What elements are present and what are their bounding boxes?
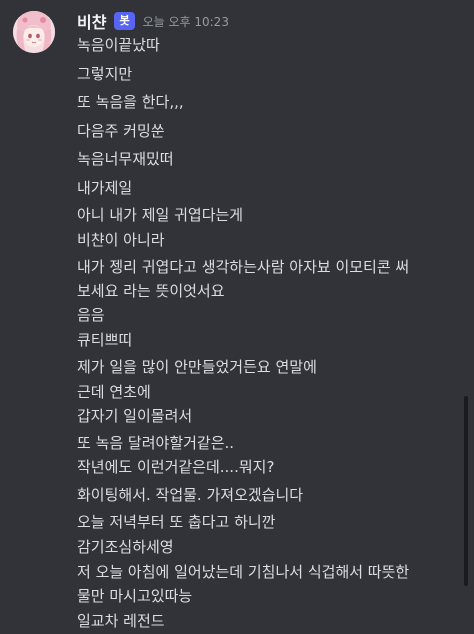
message-text[interactable]: 제가 일을 많이 안만들었거든요 연말에 [77, 355, 317, 379]
message-text[interactable]: 근데 연초에 [77, 380, 151, 404]
message-line: 큐티쁘띠 [77, 331, 133, 349]
message-line: 또 녹음을 한다,,, [77, 93, 184, 111]
message-line: 또 녹음 달려야할거같은.. [77, 434, 235, 452]
avatar-image [13, 11, 55, 53]
message-line: 녹음이끝났따 [77, 36, 160, 54]
message-text[interactable]: 화이팅해서. 작업물. 가져오겠습니다 [77, 483, 303, 507]
message-line: 아니 내가 제일 귀엽다는게 [77, 206, 244, 224]
bot-tag: 봇 [114, 12, 135, 30]
message-text[interactable]: 감기조심하세영 [77, 535, 174, 559]
message-line: 음음 [77, 306, 105, 324]
scrollbar[interactable] [464, 396, 468, 586]
message-text[interactable]: 내가 젱리 귀엽다고 생각하는사람 아자뵤 이모티콘 써보세요 라는 뜻이엇서요 [77, 255, 409, 303]
username[interactable]: 비챤 [77, 9, 106, 33]
message-text[interactable]: 큐티쁘띠 [77, 328, 132, 352]
message-text[interactable]: 작년에도 이런거같은데....뭐지? [77, 455, 274, 479]
message-text[interactable]: 또 녹음을 한다,,, [77, 90, 184, 114]
message-text[interactable]: 또 녹음 달려야할거같은.. [77, 431, 234, 455]
message-text[interactable]: 오늘 저녁부터 또 춥다고 하니깐 [77, 510, 275, 534]
message-line: 오늘 저녁부터 또 춥다고 하니깐 [77, 513, 276, 531]
message-line: 녹음너무재밌떠 [77, 150, 174, 168]
message-line: 저 오늘 아침에 일어났는데 기침나서 식겁해서 따뜻한 [77, 563, 410, 581]
message-line: 비챤이 아니라 [77, 231, 165, 249]
message-text[interactable]: 녹음이끝났따 [77, 33, 160, 57]
message-header: 비챤 봇 오늘 오후 10:23 [77, 9, 229, 33]
message-line: 일교차 레전드 [77, 612, 165, 630]
message-line: 그렇지만 [77, 65, 133, 83]
message-line: 내가제일 [77, 179, 133, 197]
message-line: 화이팅해서. 작업물. 가져오겠습니다 [77, 486, 304, 504]
message-line: 물만 마시고있따능 [77, 587, 193, 605]
message-line: 갑자기 일이몰려서 [77, 407, 193, 425]
message-text[interactable]: 다음주 커밍쑨 [77, 119, 165, 143]
message-text[interactable]: 일교차 레전드 [77, 609, 165, 633]
message-text[interactable]: 비챤이 아니라 [77, 228, 165, 252]
message-text[interactable]: 녹음너무재밌떠 [77, 147, 174, 171]
message-line: 감기조심하세영 [77, 538, 174, 556]
message-text[interactable]: 음음 [77, 303, 105, 327]
message-line: 제가 일을 많이 안만들었거든요 연말에 [77, 358, 317, 376]
message-text[interactable]: 저 오늘 아침에 일어났는데 기침나서 식겁해서 따뜻한물만 마시고있따능 [77, 560, 409, 608]
message-text[interactable]: 그렇지만 [77, 62, 132, 86]
message-line: 다음주 커밍쑨 [77, 122, 165, 140]
message-line: 보세요 라는 뜻이엇서요 [77, 282, 225, 300]
timestamp[interactable]: 오늘 오후 10:23 [143, 13, 229, 30]
message-text[interactable]: 내가제일 [77, 176, 132, 200]
message-text[interactable]: 아니 내가 제일 귀엽다는게 [77, 203, 243, 227]
avatar[interactable] [13, 11, 55, 53]
message-text[interactable]: 갑자기 일이몰려서 [77, 404, 192, 428]
message-line: 근데 연초에 [77, 383, 151, 401]
chat-view: 비챤 봇 오늘 오후 10:23 녹음이끝났따그렇지만또 녹음을 한다,,, 다음… [0, 0, 474, 634]
message-line: 작년에도 이런거같은데....뭐지? [77, 458, 275, 476]
message-line: 내가 젱리 귀엽다고 생각하는사람 아자뵤 이모티콘 써 [77, 258, 410, 276]
